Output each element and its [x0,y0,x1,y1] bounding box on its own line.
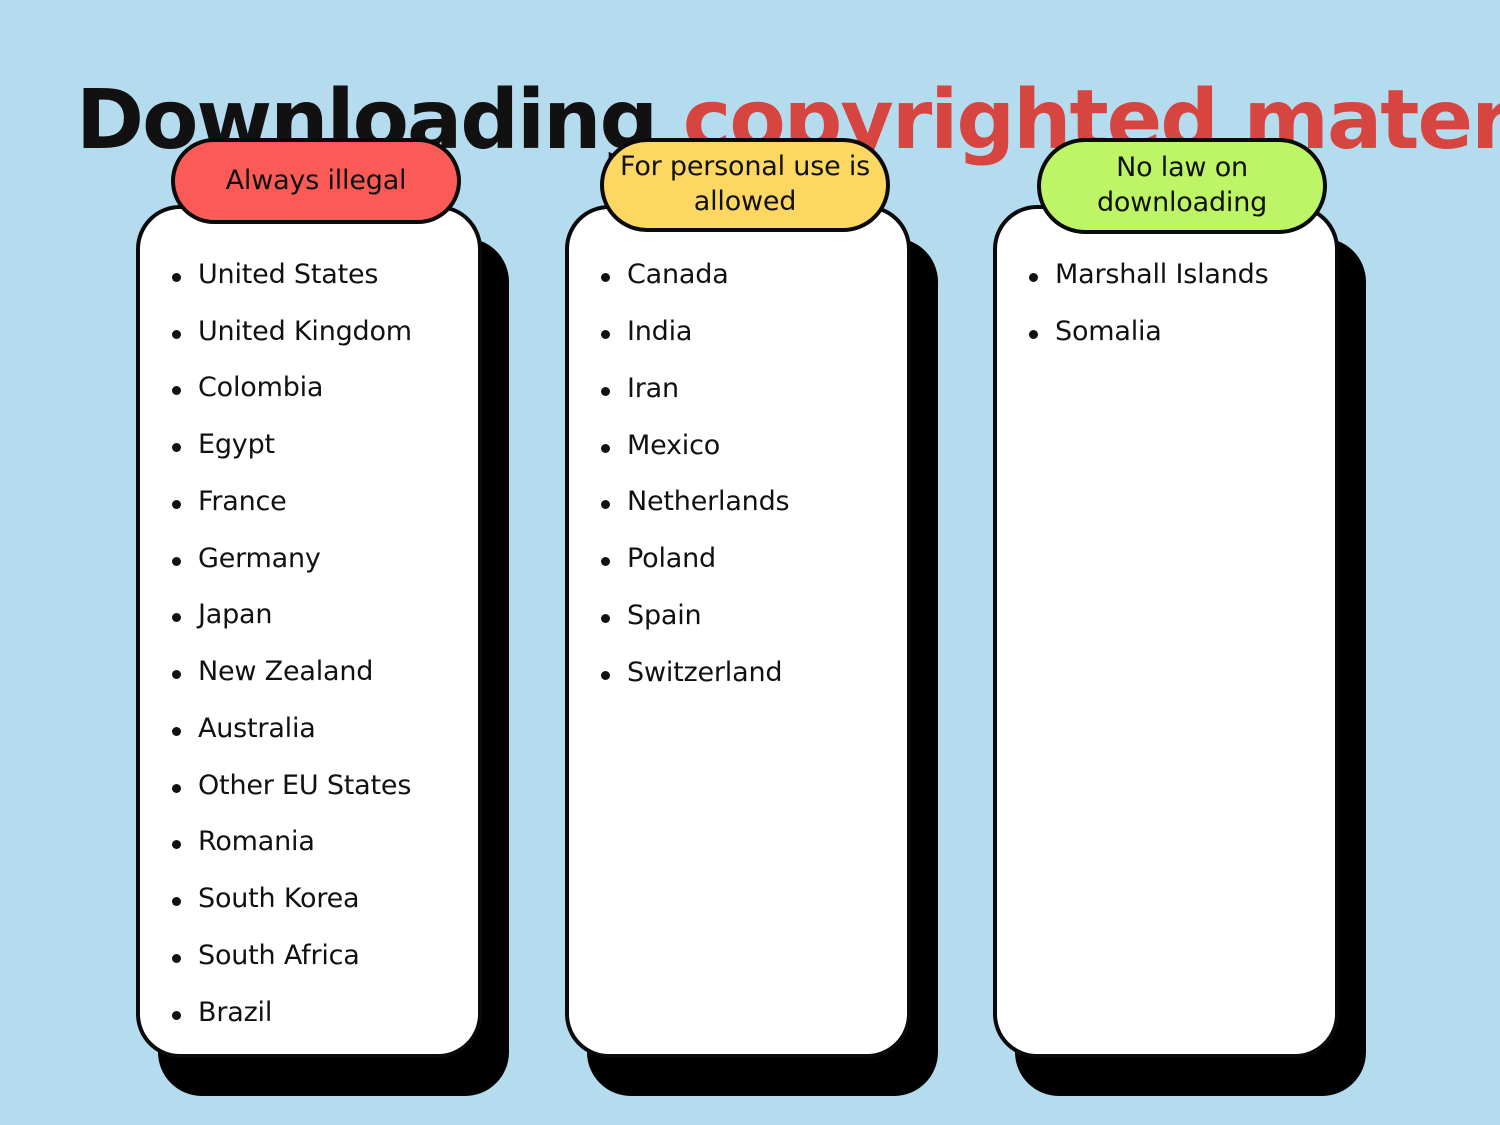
category-card: Marshall Islands Somalia [993,205,1339,1058]
list-item: Brazil [172,998,464,1027]
list-item: Other EU States [172,771,464,800]
list-item: Switzerland [601,658,893,687]
list-item: United States [172,260,464,289]
category-card: Canada India Iran Mexico Netherlands Pol… [565,205,911,1058]
list-item: South Korea [172,884,464,913]
category-header-badge-personal-use-allowed: For personal use is allowed [600,138,890,232]
country-list: Canada India Iran Mexico Netherlands Pol… [569,209,907,687]
list-item: Netherlands [601,488,893,516]
list-item: Germany [172,544,464,573]
list-item: Canada [601,260,893,289]
list-item: Australia [172,714,464,743]
category-header-badge-always-illegal: Always illegal [171,138,461,224]
list-item: Spain [601,601,893,630]
category-header-badge-no-law-on-downloading: No law on downloading [1037,138,1327,234]
list-item: Poland [601,544,893,573]
list-item: Iran [601,374,893,403]
list-item: New Zealand [172,657,464,686]
poster-canvas: Downloading copyrighted material United … [0,0,1500,1125]
list-item: Egypt [172,430,464,459]
list-item: Colombia [172,374,464,402]
list-item: India [601,317,893,346]
country-list: United States United Kingdom Colombia Eg… [140,209,478,1027]
category-card: United States United Kingdom Colombia Eg… [136,205,482,1058]
list-item: United Kingdom [172,317,464,346]
list-item: Japan [172,601,464,629]
list-item: Somalia [1029,317,1321,346]
list-item: Marshall Islands [1029,260,1321,289]
list-item: South Africa [172,941,464,970]
category-columns: United States United Kingdom Colombia Eg… [0,0,1500,1125]
list-item: France [172,487,464,516]
list-item: Mexico [601,431,893,460]
list-item: Romania [172,827,464,856]
